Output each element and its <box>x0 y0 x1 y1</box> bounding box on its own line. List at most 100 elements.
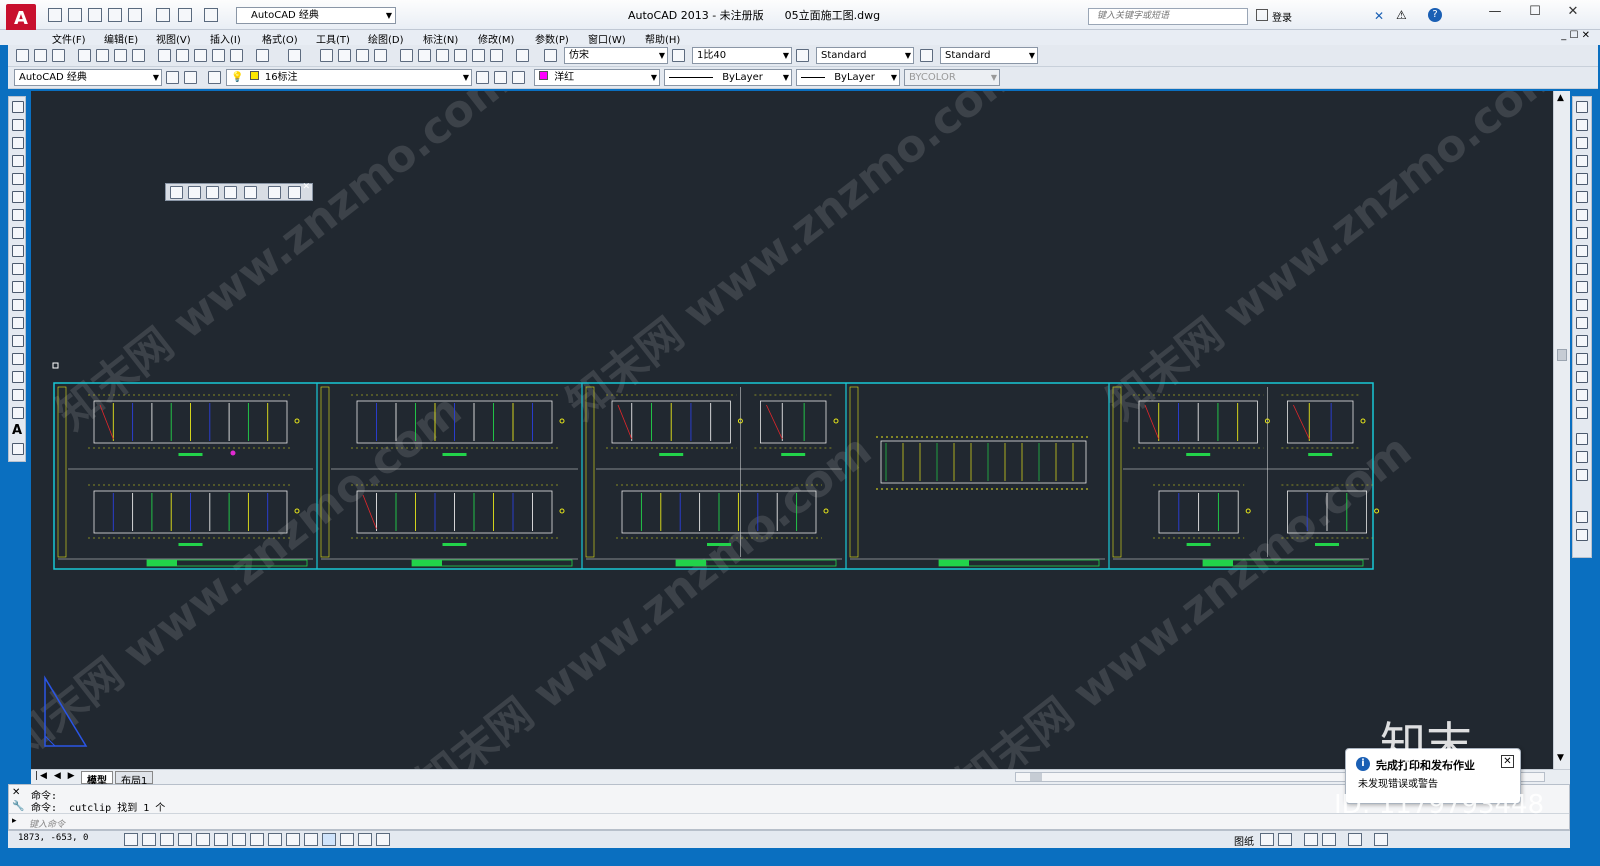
polygon-icon[interactable] <box>12 155 24 167</box>
wrench-icon[interactable]: 🔧 <box>12 801 24 812</box>
redo-icon[interactable] <box>288 49 301 62</box>
lineweight-select[interactable]: ByLayer ▼ <box>796 69 900 86</box>
spline-icon[interactable] <box>12 245 24 257</box>
draw-order-icon[interactable] <box>1576 433 1588 445</box>
bring-front-icon[interactable] <box>1576 469 1588 481</box>
layer-select[interactable]: 💡 16标注 ▼ <box>226 69 472 86</box>
snap-mode-icon[interactable] <box>142 833 156 846</box>
layer-properties-icon[interactable] <box>208 71 221 84</box>
break-at-point-icon[interactable] <box>1576 299 1588 311</box>
plot-preview-icon[interactable] <box>128 8 142 22</box>
chamfer-icon[interactable] <box>1576 353 1588 365</box>
help-icon[interactable] <box>516 49 529 62</box>
infer-constraints-icon[interactable] <box>124 833 138 846</box>
undo-icon[interactable] <box>178 8 192 22</box>
insert-block-icon[interactable] <box>12 299 24 311</box>
ortho-mode-icon[interactable] <box>178 833 192 846</box>
close-icon[interactable]: ✕ <box>12 787 20 798</box>
line-icon[interactable] <box>12 101 24 113</box>
array-icon[interactable] <box>1576 173 1588 185</box>
stretch-icon[interactable] <box>1576 245 1588 257</box>
sheet-set-icon[interactable] <box>454 49 467 62</box>
dynamic-input-icon[interactable] <box>286 833 300 846</box>
scrollbar-thumb[interactable] <box>1030 773 1042 781</box>
text-above-icon[interactable] <box>1576 511 1588 523</box>
open-file-icon[interactable] <box>68 8 82 22</box>
erase-icon[interactable] <box>1576 101 1588 113</box>
match-properties-icon[interactable] <box>212 49 225 62</box>
document-window-controls[interactable]: _ ☐ ✕ <box>1561 30 1590 41</box>
plot-icon[interactable] <box>78 49 91 62</box>
exchange-x-icon[interactable]: ✕ <box>1374 9 1384 23</box>
menu-window[interactable]: 窗口(W) <box>588 31 626 46</box>
hatch-icon[interactable] <box>12 353 24 365</box>
table-style-select[interactable]: Standard ▼ <box>816 47 914 64</box>
quick-view-drawings-icon[interactable] <box>1278 833 1292 846</box>
linetype-select[interactable]: ByLayer ▼ <box>664 69 792 86</box>
design-center-icon[interactable] <box>418 49 431 62</box>
ellipse-arc-icon[interactable] <box>12 281 24 293</box>
join-icon[interactable] <box>1576 335 1588 347</box>
save-icon[interactable] <box>88 8 102 22</box>
workspace-settings-icon[interactable] <box>166 71 179 84</box>
drawing-area[interactable]: 知末网 www.znzmo.com 知末网 www.znzmo.com 知末网 … <box>31 91 1553 769</box>
object-snap-icon[interactable] <box>214 833 228 846</box>
move-icon[interactable] <box>1576 191 1588 203</box>
model-space-label[interactable]: 图纸 <box>1234 833 1254 848</box>
save-as-icon[interactable] <box>108 8 122 22</box>
markup-icon[interactable] <box>472 49 485 62</box>
construction-line-icon[interactable] <box>12 119 24 131</box>
redo-icon[interactable] <box>204 8 218 22</box>
object-snap-tracking-icon[interactable] <box>250 833 264 846</box>
hatch-back-icon[interactable] <box>1576 529 1588 541</box>
command-input[interactable]: 键入命令 <box>29 817 1529 830</box>
menu-insert[interactable]: 插入(I) <box>210 31 241 46</box>
save-icon[interactable] <box>52 49 65 62</box>
make-current-layer-icon[interactable] <box>476 71 489 84</box>
3d-print-icon[interactable] <box>132 49 145 62</box>
gradient-icon[interactable] <box>12 371 24 383</box>
copy-object-icon[interactable] <box>1576 119 1588 131</box>
region-icon[interactable] <box>12 389 24 401</box>
menu-parametric[interactable]: 参数(P) <box>535 31 569 46</box>
revision-cloud-icon[interactable] <box>12 227 24 239</box>
undo-icon[interactable] <box>256 49 269 62</box>
color-select[interactable]: 洋红 ▼ <box>534 69 660 86</box>
quick-view-layouts-icon[interactable] <box>1260 833 1274 846</box>
quick-properties-icon[interactable] <box>340 833 354 846</box>
multileader-style-icon[interactable] <box>920 49 933 62</box>
annotation-monitor-icon[interactable] <box>376 833 390 846</box>
trim-icon[interactable] <box>1576 263 1588 275</box>
binoculars-icon[interactable] <box>1256 9 1268 21</box>
multiline-text-icon[interactable]: A <box>12 423 22 438</box>
layer-previous-icon[interactable] <box>494 71 507 84</box>
dynamic-ucs-icon[interactable] <box>268 833 282 846</box>
plot-style-select[interactable]: BYCOLOR ▼ <box>904 69 1000 86</box>
point-icon[interactable] <box>12 335 24 347</box>
help-icon[interactable]: ? <box>1428 8 1442 22</box>
text-style-select[interactable]: 仿宋 ▼ <box>564 47 668 64</box>
transparency-icon[interactable] <box>322 833 336 846</box>
pan-icon[interactable] <box>320 49 333 62</box>
rectangle-icon[interactable] <box>12 173 24 185</box>
stay-connected-icon[interactable]: ⚠ <box>1396 8 1407 22</box>
preview-icon[interactable] <box>96 49 109 62</box>
menu-format[interactable]: 格式(O) <box>262 31 298 46</box>
cut-icon[interactable] <box>158 49 171 62</box>
menu-draw[interactable]: 绘图(D) <box>368 31 404 46</box>
explode-icon[interactable] <box>1576 407 1588 419</box>
tab-layout1[interactable]: 布局1 <box>115 771 154 787</box>
tab-model[interactable]: 模型 <box>81 771 113 787</box>
scale-icon[interactable] <box>1576 227 1588 239</box>
mirror-icon[interactable] <box>1576 137 1588 149</box>
properties-icon[interactable] <box>400 49 413 62</box>
layer-iso-icon[interactable] <box>512 71 525 84</box>
polyline-icon[interactable] <box>12 137 24 149</box>
block-editor-icon[interactable] <box>230 49 243 62</box>
calculator-icon[interactable] <box>490 49 503 62</box>
dim-style-icon[interactable] <box>672 49 685 62</box>
scroll-up-icon[interactable]: ▲ <box>1557 93 1564 103</box>
layer-state-icon[interactable] <box>184 71 197 84</box>
menu-edit[interactable]: 编辑(E) <box>104 31 138 46</box>
close-icon[interactable]: ✕ <box>1501 755 1514 768</box>
